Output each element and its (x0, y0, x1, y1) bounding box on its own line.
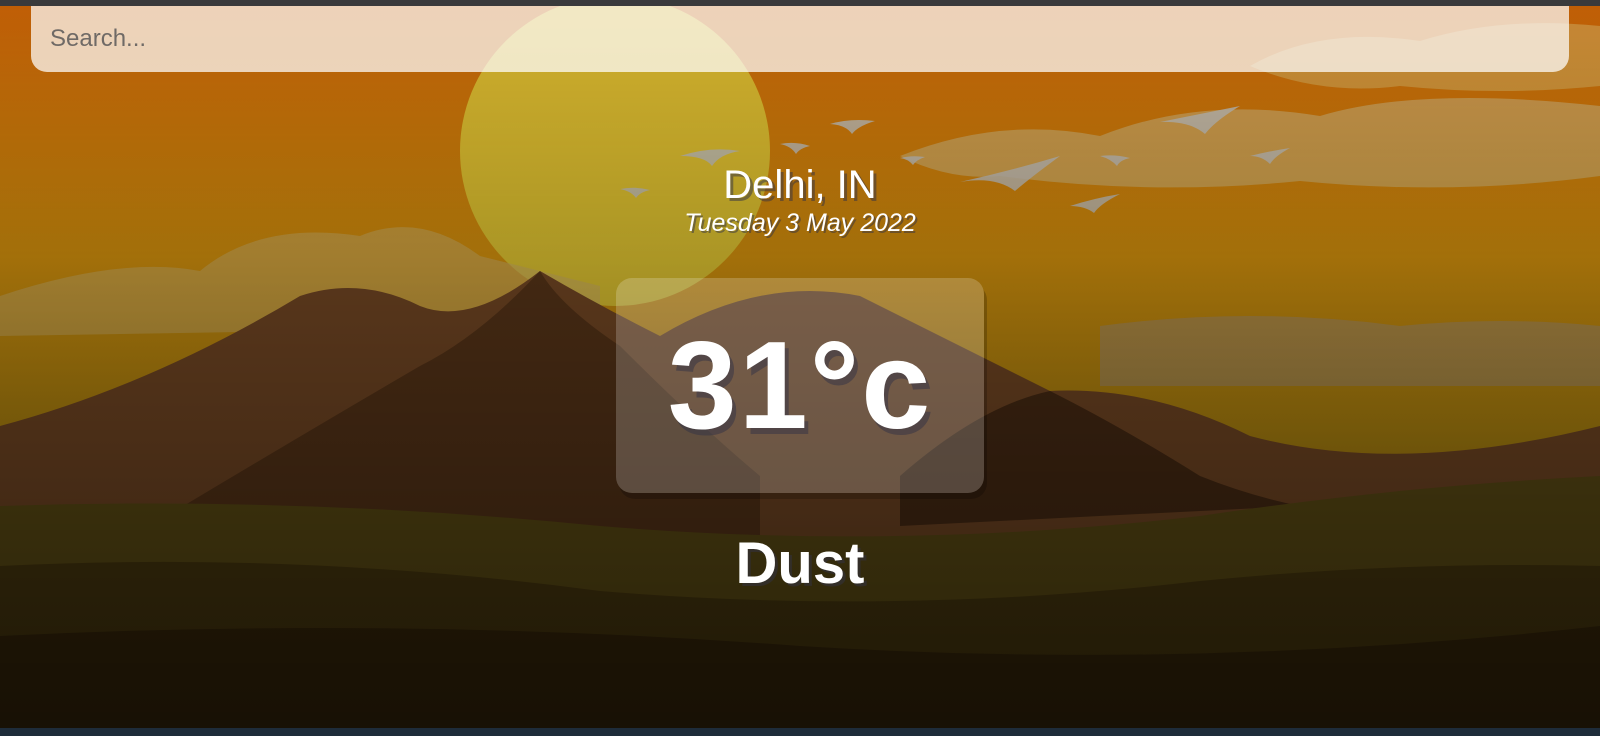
taskbar-strip (0, 728, 1600, 736)
current-date: Tuesday 3 May 2022 (684, 209, 916, 237)
temperature-value: 31°c (667, 316, 933, 455)
search-box (31, 6, 1569, 72)
location-name: Delhi, IN (723, 163, 877, 207)
browser-top-strip (0, 0, 1600, 6)
temperature-box: 31°c (616, 278, 984, 493)
location-box: Delhi, IN Tuesday 3 May 2022 (0, 163, 1600, 239)
weather-condition: Dust (735, 531, 865, 596)
weather-app: Delhi, IN Tuesday 3 May 2022 31°c Dust (0, 0, 1600, 736)
search-input[interactable] (31, 6, 1569, 72)
